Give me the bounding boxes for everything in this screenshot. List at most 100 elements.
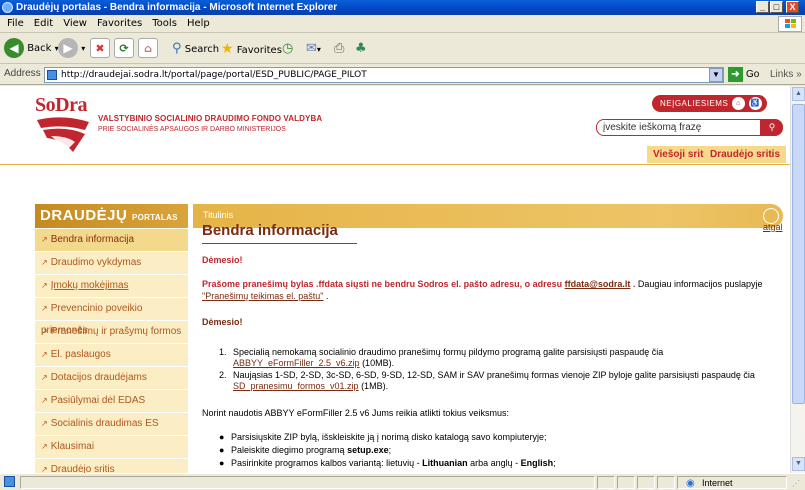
arrow-bullet-icon: ↗: [41, 465, 48, 473]
status-pane: [637, 476, 655, 489]
maximize-button[interactable]: □: [770, 1, 783, 13]
scroll-thumb[interactable]: [792, 104, 805, 404]
menu-file[interactable]: File: [7, 15, 24, 33]
menu-tools[interactable]: Tools: [152, 15, 177, 33]
forward-button[interactable]: ▶ ▾: [58, 38, 85, 60]
list-number: 1.: [219, 347, 227, 357]
sidebar-item-dotacijos[interactable]: ↗ Dotacijos draudėjams: [35, 367, 188, 390]
refresh-button[interactable]: ⟳: [114, 38, 134, 60]
search-label: Search: [184, 44, 220, 55]
scroll-down-icon[interactable]: ▼: [792, 457, 805, 471]
address-dropdown-icon[interactable]: ▼: [709, 68, 723, 82]
links-button[interactable]: Links »: [770, 69, 802, 80]
globe-icon: ◉: [686, 478, 695, 489]
menu-help[interactable]: Help: [187, 15, 210, 33]
email-info-link[interactable]: "Pranešimų teikimas el. paštu": [202, 291, 323, 301]
address-input[interactable]: http://draudejai.sodra.lt/portal/page/po…: [44, 67, 724, 83]
sidebar-item-label: Bendra informacija: [50, 234, 135, 245]
tab-insurer-area[interactable]: Draudėjo sritis: [704, 146, 787, 163]
sidebar-item-draudimo-vykdymas[interactable]: ↗ Draudimo vykdymas: [35, 252, 188, 275]
english-text: English: [520, 458, 554, 468]
arrow-bullet-icon: ↗: [41, 419, 48, 428]
sidebar-item-el-paslaugos[interactable]: ↗ El. paslaugos: [35, 344, 188, 367]
security-zone-pane: ◉ Internet: [677, 476, 787, 489]
site-search-button[interactable]: ⚲: [761, 119, 783, 136]
scroll-up-icon[interactable]: ▲: [792, 87, 805, 101]
home-icon: ⌂: [138, 38, 158, 58]
abbyy-download-link[interactable]: ABBYY_eFormFiller_2.5_v6.zip: [233, 358, 360, 368]
search-button[interactable]: ⚲ Search: [172, 38, 219, 60]
bullet-text: Paleiskite diegimo programą setup.exe;: [231, 445, 391, 456]
bullet-text-part: ;: [553, 458, 556, 468]
sidebar-item-label: Pasiūlymai dėl EDAS: [50, 395, 146, 406]
list-item-text: Naująsias 1-SD, 2-SD, 3c-SD, 6-SD, 9-SD,…: [233, 370, 755, 380]
page-done-icon: [4, 476, 15, 487]
back-link[interactable]: atgal: [763, 222, 783, 232]
page-title: Bendra informacija: [202, 222, 338, 239]
print-button[interactable]: ⎙: [334, 38, 344, 60]
toolbar: ◀ Back ▾ ▶ ▾ ✖ ⟳ ⌂ ⚲ Search ★ Favorites …: [0, 34, 805, 64]
sidebar-item-pranesimu-formos[interactable]: ↗ Pranešimų ir prašymų formos: [35, 321, 188, 344]
history-button[interactable]: ◷: [282, 38, 293, 60]
status-pane: [617, 476, 635, 489]
sidebar-title-small: PORTALAS: [132, 213, 178, 222]
forms-download-link[interactable]: SD_pranesimu_formos_v01.zip: [233, 381, 359, 391]
sidebar-item-imoku-mokejimas[interactable]: ↗ Įmokų mokėjimas: [35, 275, 188, 298]
zone-label: Internet: [702, 478, 733, 488]
org-name: VALSTYBINIO SOCIALINIO DRAUDIMO FONDO VA…: [98, 114, 323, 123]
sidebar-item-bendra-informacija[interactable]: ↗ Bendra informacija: [35, 229, 188, 252]
site-search-input[interactable]: įveskite ieškomą frazę: [596, 119, 761, 136]
home-small-icon[interactable]: ⌂: [732, 97, 745, 110]
instructions-paragraph: Norint naudotis ABBYY eFormFiller 2.5 v6…: [202, 408, 509, 418]
star-icon: ★: [221, 41, 234, 57]
back-button[interactable]: ◀ Back ▾: [4, 38, 59, 60]
menu-edit[interactable]: Edit: [34, 15, 53, 33]
sidebar-item-klausimai[interactable]: ↗ Klausimai: [35, 436, 188, 459]
list-item-text: Specialią nemokamą socialinio draudimo p…: [233, 347, 664, 357]
accessibility-icon[interactable]: ♿: [749, 97, 762, 110]
email-notice-paragraph: Prašome pranešimų bylas .ffdata siųsti n…: [202, 278, 782, 302]
arrow-bullet-icon: ↗: [41, 442, 48, 451]
home-button[interactable]: ⌂: [138, 38, 158, 60]
menu-favorites[interactable]: Favorites: [97, 15, 142, 33]
arrow-bullet-icon: ↗: [41, 304, 48, 313]
sodra-logo[interactable]: SoDra: [35, 94, 89, 152]
menu-view[interactable]: View: [63, 15, 87, 33]
sidebar-item-label: Pranešimų ir prašymų formos: [50, 326, 182, 337]
status-pane: [597, 476, 615, 489]
vertical-scrollbar[interactable]: ▲ ▼: [790, 86, 805, 473]
email-notice-tail: Daugiau informacijos puslapyje: [635, 279, 763, 289]
disabled-access-button[interactable]: NEĮGALIESIEMS ⌂ ♿: [652, 95, 767, 112]
breadcrumb-home-link[interactable]: Titulinis: [203, 210, 233, 220]
messenger-button[interactable]: ♣: [355, 38, 367, 60]
attention-heading-2: Dėmesio!: [202, 317, 243, 327]
resize-grip-icon[interactable]: ⋰: [792, 479, 800, 488]
print-icon: ⎙: [334, 41, 345, 56]
minimize-button[interactable]: _: [756, 1, 769, 13]
close-button[interactable]: X: [786, 1, 799, 13]
status-text-pane: [20, 476, 595, 489]
back-label: Back: [27, 43, 52, 54]
sidebar-item-socialinis-es[interactable]: ↗ Socialinis draudimas ES: [35, 413, 188, 436]
mail-button[interactable]: ✉▾: [306, 38, 321, 60]
status-bar: ◉ Internet ⋰: [0, 473, 805, 490]
sidebar-item-pasiulymai-edas[interactable]: ↗ Pasiūlymai dėl EDAS: [35, 390, 188, 413]
favorites-button[interactable]: ★ Favorites: [221, 38, 282, 60]
sidebar-item-prevencinio-poveikio[interactable]: ↗Prevencinio poveikio priemonės: [35, 298, 188, 336]
org-subtitle: PRIE SOCIALINĖS APSAUGOS IR DARBO MINIST…: [98, 126, 286, 133]
sidebar-item-draudejo-sritis[interactable]: ↗ Draudėjo sritis: [35, 459, 188, 473]
ffdata-email-link[interactable]: ffdata@sodra.lt: [565, 279, 631, 289]
arrow-bullet-icon: ↗: [41, 373, 48, 382]
file-size: (10MB).: [359, 358, 395, 368]
stop-button[interactable]: ✖: [90, 38, 110, 60]
attention-heading-1: Dėmesio!: [202, 255, 243, 265]
bullet-text-part: arba anglų -: [467, 458, 521, 468]
arrow-bullet-icon: ↗: [41, 258, 48, 267]
list-number: 2.: [219, 370, 227, 380]
sidebar-item-label: El. paslaugos: [50, 349, 111, 360]
window-title: Draudėjų portalas - Bendra informacija -…: [16, 2, 338, 13]
history-icon: ◷: [282, 41, 294, 56]
sidebar-item-label: Dotacijos draudėjams: [50, 372, 147, 383]
arrow-bullet-icon: ↗: [41, 235, 48, 244]
go-button[interactable]: ➜ Go: [728, 67, 759, 83]
